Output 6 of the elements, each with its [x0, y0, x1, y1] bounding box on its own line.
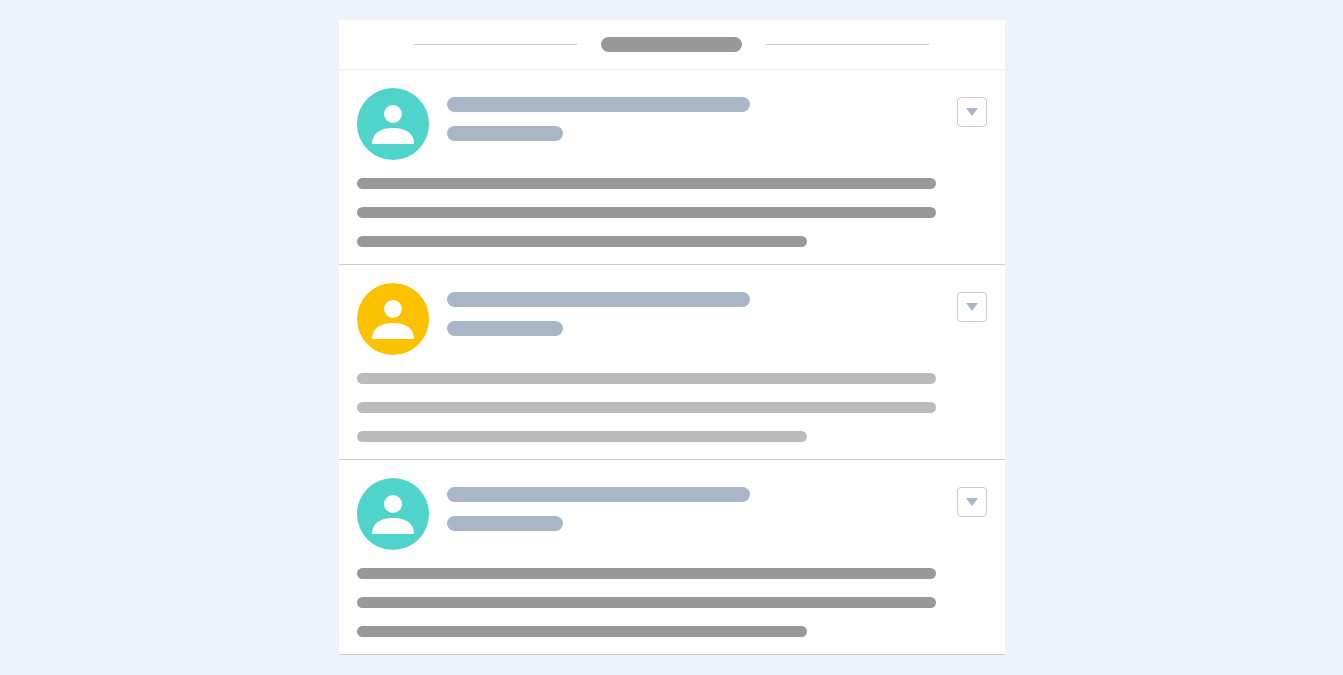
caret-icon — [965, 108, 978, 116]
dropdown-button[interactable] — [956, 292, 987, 322]
caret-icon — [965, 498, 978, 506]
caret-icon — [965, 303, 978, 311]
dropdown-button[interactable] — [956, 487, 987, 517]
dropdown-button[interactable] — [956, 97, 987, 127]
